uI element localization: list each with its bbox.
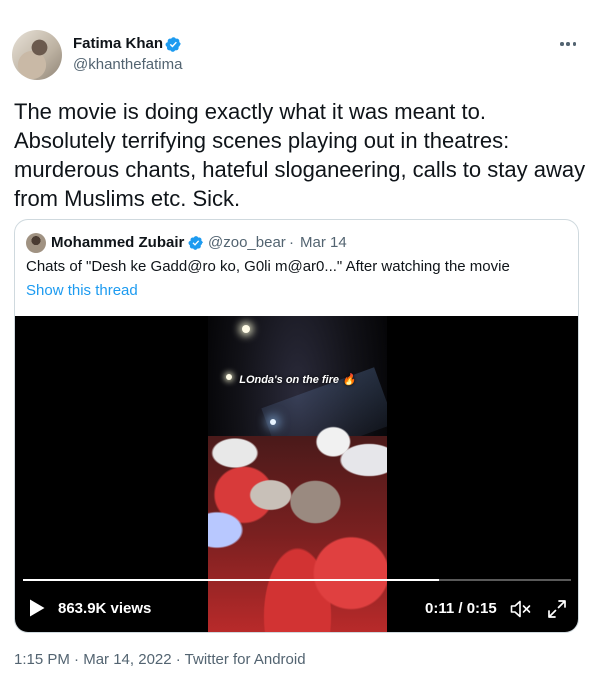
quoted-author-handle[interactable]: @zoo_bear [208,234,286,251]
video-frame: LOnda's on the fire 🔥 [208,316,387,632]
quoted-tweet[interactable]: Mohammed Zubair @zoo_bear · Mar 14 Chats… [14,219,579,633]
verified-icon [188,236,203,250]
author-name[interactable]: Fatima Khan [73,35,163,52]
video-player[interactable]: LOnda's on the fire 🔥 863.9K views 0:11 … [15,316,578,632]
quoted-author-name[interactable]: Mohammed Zubair [51,234,184,251]
separator-dot: · [69,651,84,668]
video-caption: LOnda's on the fire 🔥 [239,374,356,386]
audience [208,411,387,551]
more-icon[interactable] [556,36,580,52]
author-handle[interactable]: @khanthefatima [73,56,182,73]
tweet-text: The movie is doing exactly what it was m… [14,99,586,211]
tweet-source[interactable]: Twitter for Android [185,651,306,668]
quoted-date[interactable]: Mar 14 [300,234,347,251]
tweet-metadata: 1:15 PM · Mar 14, 2022 · Twitter for And… [14,651,306,668]
quoted-text: Chats of "Desh ke Gadd@ro ko, G0li m@ar0… [26,258,510,275]
play-icon[interactable] [29,599,45,617]
verified-icon [165,37,181,52]
quoted-author-avatar[interactable] [26,233,46,253]
tweet: Fatima Khan @khanthefatima The movie is … [0,0,599,686]
mute-icon[interactable] [510,599,532,619]
tweet-date[interactable]: Mar 14, 2022 [83,651,171,668]
expand-icon[interactable] [547,599,567,619]
author-avatar[interactable] [12,30,62,80]
separator-dot: · [171,651,185,668]
video-time: 0:11 / 0:15 [425,600,497,617]
video-progress-bar[interactable] [23,579,571,581]
video-progress-fill [23,579,440,581]
show-thread-link[interactable]: Show this thread [26,282,138,299]
view-count: 863.9K views [58,600,152,617]
tweet-time[interactable]: 1:15 PM [14,651,70,668]
stage-light [242,325,250,333]
separator-dot: · [289,234,294,251]
